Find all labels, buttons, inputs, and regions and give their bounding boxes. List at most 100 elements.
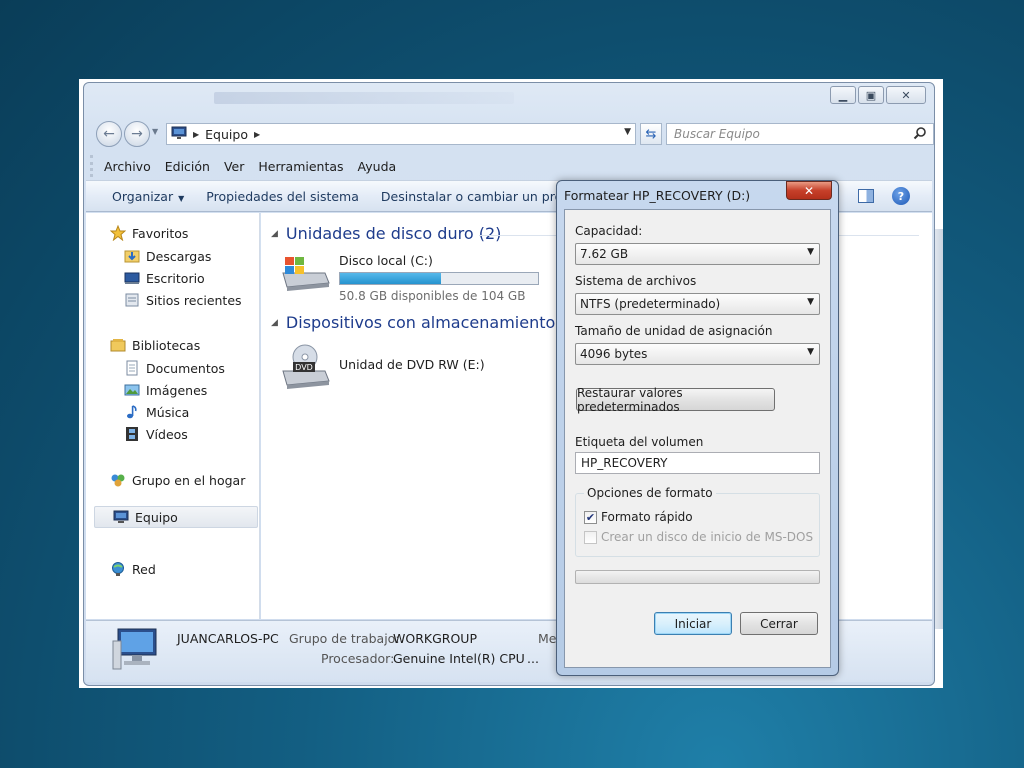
filesystem-value: NTFS (predeterminado) — [580, 297, 721, 311]
music-note-icon — [124, 404, 140, 420]
chevron-down-icon: ▼ — [807, 247, 814, 257]
nav-videos-label: Vídeos — [146, 426, 188, 442]
navigation-pane: Favoritos Descargas Escritorio Sitios re… — [86, 213, 260, 619]
dialog-close-icon[interactable]: ✕ — [786, 181, 832, 200]
drive-c[interactable]: Disco local (C:) 50.8 GB disponibles de … — [279, 253, 539, 303]
menu-archivo[interactable]: Archivo — [104, 159, 151, 174]
restore-defaults-button[interactable]: Restaurar valores predeterminados — [576, 386, 775, 414]
nav-computer[interactable]: Equipo — [94, 506, 258, 528]
images-icon — [124, 382, 140, 398]
drive-c-info: Disco local (C:) 50.8 GB disponibles de … — [339, 253, 539, 303]
nav-favorites[interactable]: Favoritos — [110, 225, 188, 241]
forward-button[interactable]: → — [124, 121, 150, 147]
volume-label-input[interactable]: HP_RECOVERY — [575, 452, 820, 474]
preview-pane-icon[interactable] — [858, 189, 874, 203]
nav-network[interactable]: Red — [110, 561, 156, 577]
format-options-label: Opciones de formato — [584, 486, 716, 500]
workgroup-value: WORKGROUP — [393, 631, 477, 646]
filesystem-select[interactable]: NTFS (predeterminado) ▼ — [575, 293, 820, 315]
group-removable-label: Dispositivos con almacenamiento extr — [285, 313, 593, 332]
processor-ellipsis: ... — [527, 651, 539, 666]
breadcrumb-equipo[interactable]: Equipo — [205, 127, 248, 142]
group-removable[interactable]: ◢ Dispositivos con almacenamiento extr — [271, 313, 592, 332]
dialog-title: Formatear HP_RECOVERY (D:) — [564, 188, 751, 203]
back-button[interactable]: ← — [96, 121, 122, 147]
allocation-unit-select[interactable]: 4096 bytes ▼ — [575, 343, 820, 365]
menu-ayuda[interactable]: Ayuda — [358, 159, 397, 174]
nav-desktop[interactable]: Escritorio — [124, 270, 205, 286]
volume-label-caption: Etiqueta del volumen — [575, 435, 704, 449]
star-icon — [110, 225, 126, 241]
nav-network-label: Red — [132, 561, 156, 577]
drive-c-usage-bar — [339, 272, 539, 285]
nav-images[interactable]: Imágenes — [124, 382, 207, 398]
system-properties-button[interactable]: Propiedades del sistema — [206, 189, 359, 204]
downloads-folder-icon — [124, 248, 140, 264]
nav-documents[interactable]: Documentos — [124, 360, 225, 376]
history-dropdown-icon[interactable]: ▼ — [152, 127, 158, 136]
computer-large-icon — [112, 627, 160, 676]
nav-homegroup[interactable]: Grupo en el hogar — [110, 472, 245, 488]
processor-value: Genuine Intel(R) CPU — [393, 651, 525, 666]
msdos-boot-disk-label: Crear un disco de inicio de MS-DOS — [601, 530, 814, 544]
title-bar[interactable]: ▁ ▣ ✕ — [84, 83, 934, 113]
nav-libraries[interactable]: Bibliotecas — [110, 337, 200, 353]
nav-music[interactable]: Música — [124, 404, 189, 420]
chevron-down-icon: ▼ — [807, 347, 814, 357]
menu-edicion[interactable]: Edición — [165, 159, 210, 174]
nav-desktop-label: Escritorio — [146, 270, 205, 286]
quick-format-label: Formato rápido — [601, 510, 693, 524]
close-window-button[interactable]: ✕ — [886, 86, 926, 104]
menu-herramientas[interactable]: Herramientas — [258, 159, 343, 174]
close-button[interactable]: Cerrar — [740, 612, 818, 635]
desktop-icon — [124, 270, 140, 286]
title-bar-ghost — [214, 92, 514, 104]
nav-videos[interactable]: Vídeos — [124, 426, 188, 442]
msdos-boot-disk-checkbox: Crear un disco de inicio de MS-DOS — [584, 530, 813, 544]
svg-text:DVD: DVD — [295, 363, 313, 372]
hard-drive-windows-icon — [279, 253, 331, 296]
allocation-unit-label: Tamaño de unidad de asignación — [575, 324, 773, 338]
nav-downloads[interactable]: Descargas — [124, 248, 211, 264]
address-bar[interactable]: ▶ Equipo ▶ ▼ — [166, 123, 636, 145]
collapse-triangle-icon[interactable]: ◢ — [271, 229, 278, 239]
search-icon[interactable] — [913, 126, 927, 143]
nav-documents-label: Documentos — [146, 360, 225, 376]
drive-dvd-name: Unidad de DVD RW (E:) — [339, 357, 485, 372]
maximize-button[interactable]: ▣ — [858, 86, 884, 104]
computer-name: JUANCARLOS-PC — [177, 631, 279, 646]
allocation-unit-value: 4096 bytes — [580, 347, 648, 361]
group-hard-disks[interactable]: ◢ Unidades de disco duro (2) — [271, 224, 501, 243]
empty-checkbox-icon — [584, 530, 597, 544]
capacity-value: 7.62 GB — [580, 247, 629, 261]
filesystem-label: Sistema de archivos — [575, 274, 697, 288]
help-icon[interactable]: ? — [892, 187, 910, 205]
drive-dvd[interactable]: DVD Unidad de DVD RW (E:) — [279, 343, 485, 394]
uninstall-program-button[interactable]: Desinstalar o cambiar un progr — [381, 189, 575, 204]
breadcrumb-chevron-icon[interactable]: ▶ — [254, 130, 260, 139]
nav-recent-places[interactable]: Sitios recientes — [124, 292, 242, 308]
menu-ver[interactable]: Ver — [224, 159, 244, 174]
nav-favorites-label: Favoritos — [132, 225, 189, 241]
capacity-label: Capacidad: — [575, 224, 643, 238]
start-button[interactable]: Iniciar — [654, 612, 732, 635]
format-progress-bar — [575, 570, 820, 584]
quick-format-checkbox[interactable]: ✔ Formato rápido — [584, 510, 693, 524]
nav-music-label: Música — [146, 404, 190, 420]
minimize-button[interactable]: ▁ — [830, 86, 856, 104]
organize-button[interactable]: Organizar ▼ — [112, 189, 184, 204]
collapse-triangle-icon[interactable]: ◢ — [271, 318, 278, 328]
refresh-button[interactable]: ⇆ — [640, 123, 662, 145]
organize-label: Organizar — [112, 188, 174, 204]
libraries-icon — [110, 337, 126, 353]
drive-c-free-space: 50.8 GB disponibles de 104 GB — [339, 289, 526, 303]
dvd-drive-icon: DVD — [279, 343, 331, 394]
checkmark-icon[interactable]: ✔ — [584, 510, 597, 524]
capacity-select[interactable]: 7.62 GB ▼ — [575, 243, 820, 265]
group-hard-disks-label: Unidades de disco duro (2) — [285, 224, 502, 243]
search-box[interactable]: Buscar Equipo — [666, 123, 934, 145]
organize-dropdown-icon: ▼ — [178, 193, 185, 203]
screenshot-frame: ▁ ▣ ✕ ← → ▼ ▶ Equipo ▶ ▼ ⇆ Buscar Equipo — [79, 79, 943, 688]
film-icon — [124, 426, 140, 442]
address-dropdown-icon[interactable]: ▼ — [624, 127, 631, 137]
